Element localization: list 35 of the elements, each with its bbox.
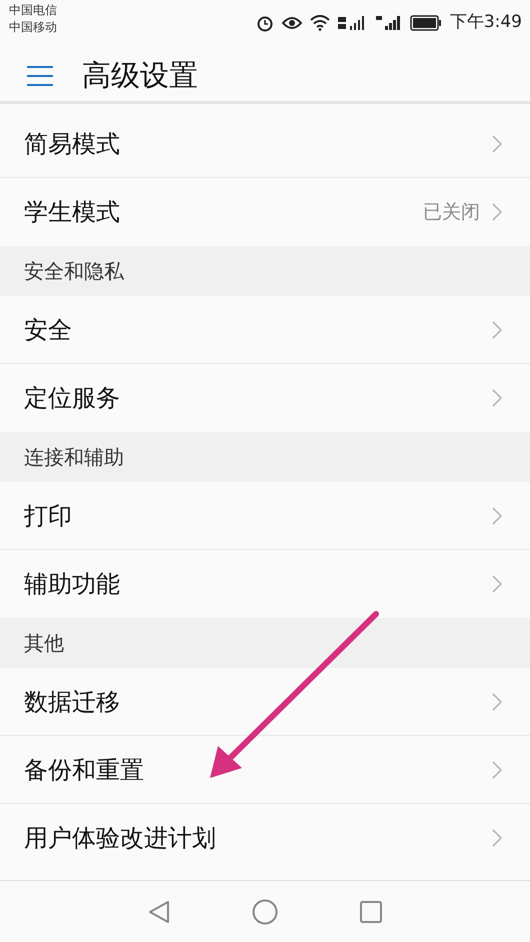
- item-label: 定位服务: [24, 383, 121, 414]
- chevron-right-icon: [492, 692, 502, 710]
- chevron-right-icon: [492, 829, 502, 847]
- alarm-icon: [256, 14, 274, 32]
- item-value: 已关闭: [423, 200, 480, 225]
- item-label: 打印: [24, 500, 73, 532]
- item-label: 数据迁移: [24, 686, 121, 718]
- page-title: 高级设置: [82, 56, 198, 94]
- section-header: 其他: [24, 630, 64, 657]
- back-icon[interactable]: [148, 900, 170, 924]
- wifi-icon: [310, 14, 330, 31]
- chevron-right-icon: [492, 203, 502, 221]
- chevron-right-icon: [492, 760, 502, 778]
- home-icon[interactable]: [252, 898, 278, 924]
- recent-apps-icon[interactable]: [360, 900, 382, 922]
- chevron-right-icon: [492, 320, 502, 338]
- section-header: 安全和隐私: [24, 258, 124, 285]
- clock-time: 下午3:49: [450, 11, 522, 34]
- chevron-right-icon: [492, 506, 502, 524]
- menu-icon[interactable]: [27, 66, 55, 86]
- chevron-right-icon: [492, 389, 502, 407]
- item-label: 简易模式: [24, 128, 121, 160]
- carrier-name: 中国电信: [8, 2, 58, 19]
- eye-icon: [282, 16, 302, 30]
- item-label: 备份和重置: [24, 754, 145, 786]
- signal-icon: [376, 14, 402, 31]
- item-label: 安全: [24, 314, 73, 346]
- chevron-right-icon: [492, 575, 502, 593]
- battery-icon: [410, 14, 442, 31]
- item-label: 辅助功能: [24, 569, 121, 600]
- item-label: 用户体验改进计划: [24, 823, 217, 854]
- carrier-name: 中国移动: [8, 19, 58, 36]
- section-header: 连接和辅助: [24, 444, 124, 471]
- chevron-right-icon: [492, 134, 502, 152]
- item-label: 学生模式: [24, 197, 121, 228]
